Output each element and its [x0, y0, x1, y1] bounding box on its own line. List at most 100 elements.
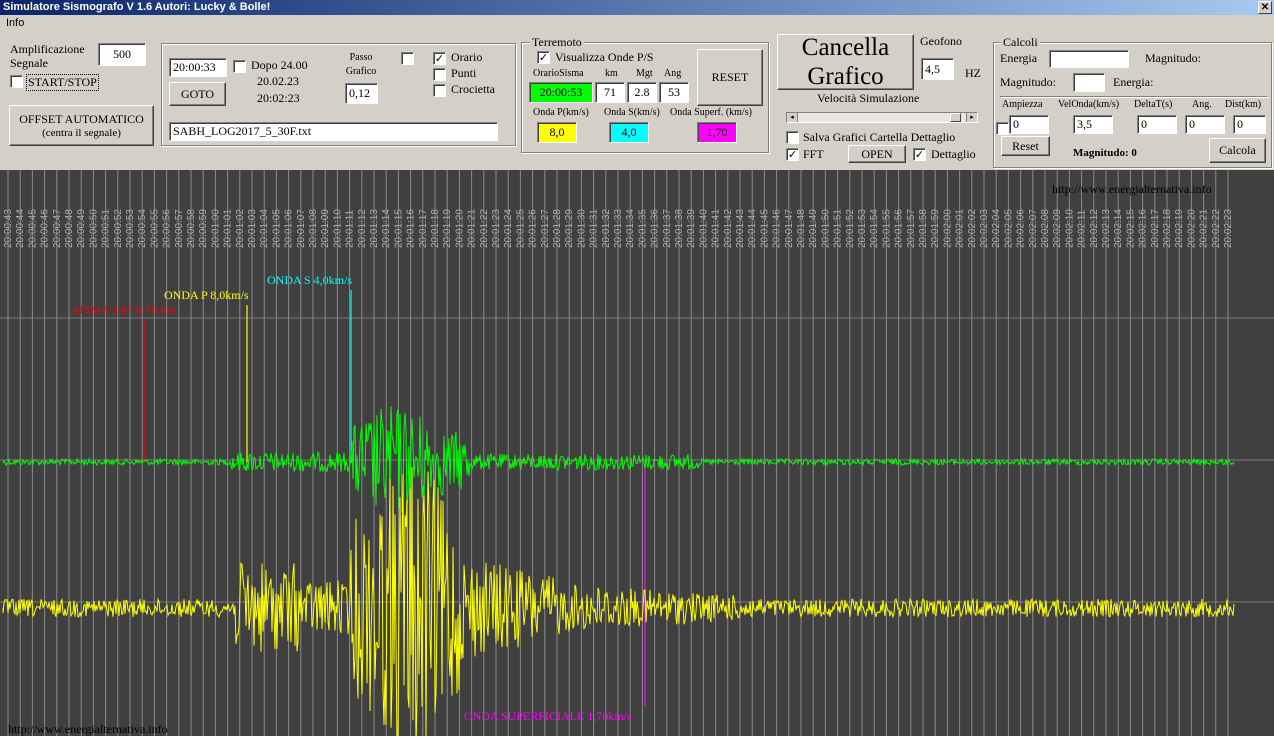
time-tick-label: 20:00:58	[186, 209, 197, 248]
time-tick-label: 20:02:23	[1223, 209, 1234, 248]
col-km: km	[605, 68, 618, 79]
file-name-input[interactable]: SABH_LOG2017_5_30F.txt	[169, 122, 498, 141]
time-tick-label: 20:01:35	[637, 209, 648, 248]
time-tick-label: 20:01:26	[528, 209, 539, 248]
velocita-slider[interactable]: ◂ ▸	[786, 112, 978, 123]
offset-auto-line2: (centra il segnale)	[42, 127, 121, 139]
time-tick-label: 20:00:48	[64, 209, 75, 248]
time-tick-label: 20:01:11	[345, 209, 356, 248]
cancella-grafico-button[interactable]: Cancella Grafico	[777, 34, 914, 90]
time-tick-label: 20:01:45	[759, 209, 770, 248]
energia2-label: Energia:	[1113, 75, 1154, 89]
km-input[interactable]: 71	[595, 82, 625, 103]
label-onda-s: ONDA S 4,0km/s	[267, 273, 353, 287]
col-velonda: VelOnda(km/s)	[1058, 99, 1120, 110]
calcola-button[interactable]: Calcola	[1209, 138, 1266, 163]
mgt-input[interactable]: 2.8	[627, 82, 657, 103]
close-icon[interactable]: ✕	[1258, 1, 1272, 14]
menu-info[interactable]: Info	[6, 17, 24, 29]
onda-s-input[interactable]: 4,0	[609, 122, 649, 143]
time-tick-label: 20:01:04	[259, 209, 270, 248]
time-tick-label: 20:01:23	[491, 209, 502, 248]
time-tick-label: 20:01:33	[613, 209, 624, 248]
punti-checkbox[interactable]	[433, 68, 446, 81]
deltat-input[interactable]: 0	[1137, 115, 1177, 134]
time-tick-label: 20:01:20	[454, 209, 465, 248]
seismograph-plot[interactable]: 20:00:43 20:00:44 20:00:45 20:00:46 20:00:47…	[0, 170, 1274, 736]
orario-sisma-input[interactable]: 20:00:53	[529, 82, 593, 103]
calcoli-reset-button[interactable]: Reset	[1001, 136, 1050, 156]
time-tick-label: 20:01:38	[674, 209, 685, 248]
amplification-input[interactable]: 500	[98, 43, 146, 66]
time-tick-label: 20:01:01	[223, 209, 234, 248]
time-tick-label: 20:02:15	[1125, 209, 1136, 248]
time-tick-label: 20:01:24	[503, 209, 514, 248]
slider-left-arrow-icon[interactable]: ◂	[787, 113, 798, 122]
magnitudo2-input[interactable]	[1073, 73, 1105, 92]
time-tick-label: 20:01:40	[698, 209, 709, 248]
time-tick-label: 20:01:43	[735, 209, 746, 248]
time-tick-label: 20:01:48	[796, 209, 807, 248]
goto-button[interactable]: GOTO	[169, 82, 226, 106]
dist-input[interactable]: 0	[1233, 115, 1266, 134]
energia-input[interactable]	[1049, 50, 1129, 68]
time-tick-label: 20:00:43	[3, 209, 14, 248]
time-tick-label: 20:01:55	[881, 209, 892, 248]
open-button[interactable]: OPEN	[848, 145, 906, 163]
slider-right-arrow-icon[interactable]: ▸	[966, 113, 977, 122]
time-tick-label: 20:01:59	[930, 209, 941, 248]
start-stop-checkbox[interactable]	[10, 75, 23, 88]
time-tick-label: 20:01:25	[515, 209, 526, 248]
magnitudo-label: Magnitudo:	[1145, 51, 1201, 65]
dopo-checkbox[interactable]	[233, 60, 246, 73]
offset-auto-button[interactable]: OFFSET AUTOMATICO (centra il segnale)	[9, 105, 154, 146]
time-tick-label: 20:00:59	[198, 209, 209, 248]
time-tick-label: 20:02:22	[1211, 209, 1222, 248]
time-tick-label: 20:02:02	[967, 209, 978, 248]
col-deltat: DeltaT(s)	[1134, 99, 1173, 110]
dettaglio-label: Dettaglio	[931, 147, 976, 161]
ang-calc-input[interactable]: 0	[1185, 115, 1225, 134]
magnitudo2-label: Magnitudo:	[1000, 75, 1056, 89]
time-input[interactable]: 20:00:33	[169, 58, 227, 77]
orario-checkbox[interactable]: ✓	[433, 52, 446, 65]
time-tick-label: 20:01:14	[381, 209, 392, 248]
extra-checkbox[interactable]	[401, 52, 414, 65]
visualizza-checkbox[interactable]: ✓	[537, 51, 550, 64]
calcoli-row-checkbox[interactable]	[996, 122, 1009, 135]
ang-input[interactable]: 53	[659, 82, 689, 103]
geofono-label: Geofono	[920, 34, 962, 48]
col-dist: Dist(km)	[1225, 99, 1262, 110]
time-tick-label: 20:02:00	[942, 209, 953, 248]
crocietta-checkbox[interactable]	[433, 84, 446, 97]
salva-checkbox[interactable]	[786, 131, 799, 144]
time-tick-label: 20:02:13	[1101, 209, 1112, 248]
time-tick-label: 20:01:09	[320, 209, 331, 248]
cancella-line1: Cancella	[801, 34, 890, 61]
time2-value: 20:02:23	[257, 91, 300, 105]
fft-checkbox[interactable]: ✓	[786, 148, 799, 161]
geofono-input[interactable]: 4,5	[921, 58, 954, 80]
watermark-bottom: http://www.energialternativa.info	[8, 722, 168, 736]
time-tick-label: 20:02:17	[1150, 209, 1161, 248]
time-tick-label: 20:01:52	[845, 209, 856, 248]
passo-input[interactable]: 0,12	[345, 83, 378, 104]
ampiezza-input[interactable]: 0	[1009, 115, 1049, 134]
time-tick-label: 20:02:10	[1064, 209, 1075, 248]
onda-p-input[interactable]: 8,0	[537, 122, 577, 143]
slider-thumb[interactable]	[950, 113, 962, 122]
time-tick-label: 20:01:00	[210, 209, 221, 248]
onda-sup-input[interactable]: 1,70	[697, 122, 737, 143]
time-tick-label: 20:00:54	[137, 209, 148, 248]
time-tick-label: 20:01:49	[808, 209, 819, 248]
passo-label-line1: Passo	[349, 52, 373, 63]
time-tick-label: 20:01:13	[369, 209, 380, 248]
dettaglio-checkbox[interactable]: ✓	[913, 148, 926, 161]
passo-label-line2: Grafico	[345, 66, 377, 77]
time-tick-label: 20:01:57	[906, 209, 917, 248]
time-tick-label: 20:01:44	[747, 209, 758, 248]
time-tick-label: 20:01:41	[711, 209, 722, 248]
velonda-input[interactable]: 3,5	[1073, 115, 1113, 134]
time-tick-label: 20:02:05	[1003, 209, 1014, 248]
terremoto-reset-button[interactable]: RESET	[697, 49, 763, 106]
